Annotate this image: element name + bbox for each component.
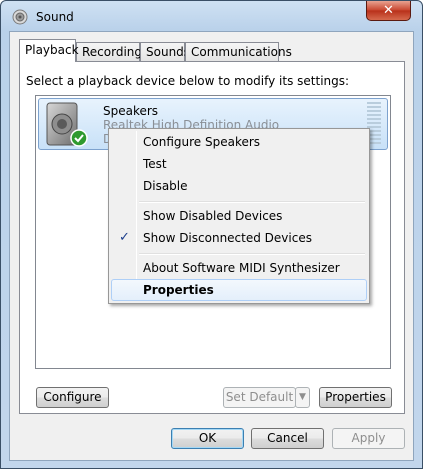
menu-item-about-midi[interactable]: About Software MIDI Synthesizer (111, 257, 367, 279)
device-name: Speakers (103, 104, 159, 118)
tab-sounds[interactable]: Sounds (140, 42, 190, 61)
configure-button[interactable]: Configure (36, 387, 109, 408)
ok-button[interactable]: OK (171, 428, 244, 449)
menu-item-label: Show Disconnected Devices (143, 231, 312, 245)
apply-button[interactable]: Apply (332, 428, 405, 449)
menu-item-configure-speakers[interactable]: Configure Speakers (111, 131, 367, 153)
properties-button[interactable]: Properties (319, 387, 392, 408)
tab-recording[interactable]: Recording (76, 42, 142, 61)
menu-separator (139, 201, 365, 203)
speaker-app-icon (12, 9, 28, 25)
menu-separator (139, 253, 365, 255)
sound-dialog: Sound ✕ Playback Recording Sounds Commun… (0, 0, 423, 469)
menu-item-disable[interactable]: Disable (111, 175, 367, 197)
checkmark-icon: ✓ (119, 230, 130, 245)
menu-item-show-disabled-devices[interactable]: Show Disabled Devices (111, 205, 367, 227)
context-menu: Configure Speakers Test Disable Show Dis… (108, 128, 370, 304)
set-default-button[interactable]: Set Default (223, 387, 296, 408)
instructions-text: Select a playback device below to modify… (26, 74, 350, 88)
menu-item-properties[interactable]: Properties (111, 279, 367, 301)
speaker-device-icon (46, 102, 88, 147)
tab-communications[interactable]: Communications (185, 42, 292, 61)
tab-playback[interactable]: Playback (19, 39, 79, 62)
menu-item-test[interactable]: Test (111, 153, 367, 175)
window-title: Sound (36, 10, 74, 24)
close-button[interactable]: ✕ (366, 1, 411, 21)
title-bar[interactable]: Sound ✕ (1, 1, 422, 31)
cancel-button[interactable]: Cancel (251, 428, 324, 449)
menu-item-show-disconnected-devices[interactable]: ✓ Show Disconnected Devices (111, 227, 367, 249)
set-default-dropdown-icon[interactable]: ▼ (295, 387, 310, 408)
